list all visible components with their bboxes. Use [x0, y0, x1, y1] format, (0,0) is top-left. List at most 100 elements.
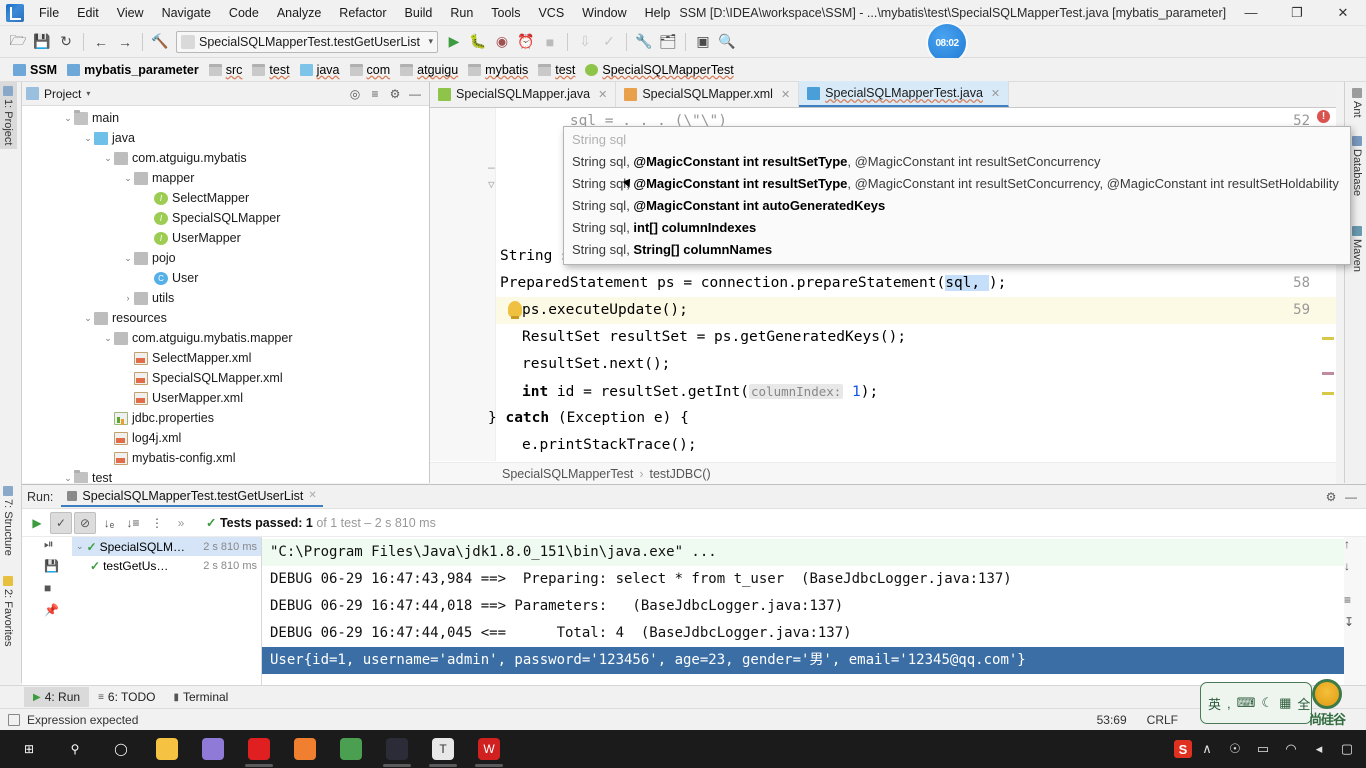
breadcrumb-item-java[interactable]: java [295, 61, 345, 79]
tree-node[interactable]: I SelectMapper [22, 188, 429, 208]
chevron-down-icon[interactable]: ⌄ [76, 541, 84, 552]
expand-icon[interactable]: ⋮ [146, 512, 168, 534]
maximize-button[interactable]: ❐ [1274, 0, 1320, 26]
hide-panel-icon[interactable]: — [1341, 487, 1361, 507]
sort-alpha-icon[interactable]: ↓ₑ [98, 512, 120, 534]
volume-icon[interactable]: ◂ [1306, 730, 1332, 768]
track-running-test-icon[interactable]: ⏯ [44, 537, 66, 559]
debug-icon[interactable]: 🐛 [466, 30, 490, 54]
popup-row-0[interactable]: String sql [564, 129, 1350, 151]
app-purple-icon[interactable] [190, 730, 236, 768]
build-hammer-icon[interactable]: 🔨 [148, 30, 172, 54]
tree-node[interactable]: ⌄ pojo [22, 248, 429, 268]
caret-position[interactable]: 53:69 [1087, 713, 1137, 727]
chevron-down-icon[interactable]: ⌄ [62, 113, 74, 124]
breadcrumb-item-class[interactable]: SpecialSQLMapperTest [580, 61, 738, 79]
tree-node[interactable]: ⌄ java [22, 128, 429, 148]
chevron-down-icon[interactable]: ⌄ [82, 313, 94, 324]
parameter-info-popup[interactable]: String sql String sql, @MagicConstant in… [563, 126, 1351, 265]
scrollbar-warning-marker[interactable] [1322, 337, 1334, 340]
run-button[interactable]: ▶ [442, 30, 466, 54]
typora-icon[interactable]: T [420, 730, 466, 768]
tree-node[interactable]: ⌄ com.atguigu.mybatis.mapper [22, 328, 429, 348]
toolwindow-todo[interactable]: ≡ 6: TODO [89, 687, 164, 707]
error-badge[interactable]: ! [1317, 110, 1330, 123]
close-icon[interactable]: ✕ [991, 87, 1000, 100]
breadcrumb-item-mybatis[interactable]: mybatis [463, 61, 533, 79]
chevron-down-icon[interactable]: ⌄ [122, 173, 134, 184]
tree-node[interactable]: ⌄ test [22, 468, 429, 483]
tree-node[interactable]: I UserMapper [22, 228, 429, 248]
menu-navigate[interactable]: Navigate [153, 3, 220, 23]
cortana-icon[interactable]: ◯ [98, 730, 144, 768]
tree-node[interactable]: › utils [22, 288, 429, 308]
menu-refactor[interactable]: Refactor [330, 3, 395, 23]
chevron-right-icon[interactable]: › [122, 293, 134, 303]
start-button[interactable]: ⊞ [6, 730, 52, 768]
ime-softkeyboard-icon[interactable]: ▦ [1276, 695, 1294, 711]
search-icon[interactable]: ⚲ [52, 730, 98, 768]
stop-icon[interactable]: ■ [44, 581, 66, 603]
tree-node[interactable]: ⌄ mapper [22, 168, 429, 188]
menu-analyze[interactable]: Analyze [268, 3, 330, 23]
profile-icon[interactable]: ⏰ [514, 30, 538, 54]
menu-code[interactable]: Code [220, 3, 268, 23]
run-with-coverage-icon[interactable]: ◉ [490, 30, 514, 54]
firefox-icon[interactable] [282, 730, 328, 768]
navigate-back-icon[interactable]: ← [89, 30, 113, 54]
chevron-down-icon[interactable]: ⌄ [82, 133, 94, 144]
battery-icon[interactable]: ▭ [1250, 730, 1276, 768]
close-icon[interactable]: ✕ [781, 88, 790, 101]
microphone-icon[interactable]: ☉ [1222, 730, 1248, 768]
sort-duration-icon[interactable]: ↓≡ [122, 512, 144, 534]
popup-row-3[interactable]: String sql, @MagicConstant int autoGener… [564, 195, 1350, 217]
sidebar-item-project[interactable]: 1: Project [0, 82, 17, 150]
scrollbar-change-marker[interactable] [1322, 372, 1334, 375]
chevron-down-icon[interactable]: ⌄ [102, 153, 114, 164]
tab-special-sql-mapper-test-java[interactable]: SpecialSQLMapperTest.java ✕ [799, 81, 1010, 107]
tree-node[interactable]: UserMapper.xml [22, 388, 429, 408]
popup-row-1[interactable]: String sql, @MagicConstant int resultSet… [564, 151, 1350, 173]
editor-breadcrumb-class[interactable]: SpecialSQLMapperTest [502, 467, 633, 481]
close-button[interactable]: ✕ [1320, 0, 1366, 26]
tree-node[interactable]: jdbc.properties [22, 408, 429, 428]
snipaste-icon[interactable]: S [1174, 740, 1192, 758]
chevron-down-icon[interactable]: ▾ [86, 89, 90, 98]
locate-icon[interactable]: ◎ [345, 84, 365, 104]
test-results-tree[interactable]: ⌄ ✓ SpecialSQLM… 2 s 810 ms ✓ testGetUs…… [72, 537, 262, 686]
project-structure-icon[interactable]: 🗂 [656, 30, 680, 54]
tree-node[interactable]: mybatis-config.xml [22, 448, 429, 468]
scrollbar-warning-marker[interactable] [1322, 392, 1334, 395]
menu-view[interactable]: View [108, 3, 153, 23]
settings-gear-icon[interactable]: ⚙ [1321, 487, 1341, 507]
menu-vcs[interactable]: VCS [529, 3, 573, 23]
show-ignored-icon[interactable]: ⊘ [74, 511, 96, 534]
line-separator[interactable]: CRLF [1137, 713, 1188, 727]
breadcrumb-item-ssm[interactable]: SSM [8, 61, 62, 79]
ime-punctuation-icon[interactable]: , [1224, 696, 1234, 711]
run-tab[interactable]: SpecialSQLMapperTest.testGetUserList ✕ [61, 487, 323, 507]
chevron-down-icon[interactable]: ⌄ [102, 333, 114, 344]
minimize-button[interactable]: — [1228, 0, 1274, 26]
menu-window[interactable]: Window [573, 3, 635, 23]
code-fold-marker[interactable]: ─ [488, 162, 495, 175]
sync-refresh-icon[interactable]: ↻ [54, 30, 78, 54]
popup-row-2[interactable]: String sql, @MagicConstant int resultSet… [564, 173, 1350, 195]
ime-moon-icon[interactable]: ☾ [1258, 695, 1276, 711]
collapse-all-icon[interactable]: ≡ [365, 84, 385, 104]
menu-tools[interactable]: Tools [482, 3, 529, 23]
pin-tab-icon[interactable]: 📌 [44, 603, 66, 625]
sidebar-item-ant[interactable]: Ant [1348, 84, 1366, 122]
tree-node[interactable]: SelectMapper.xml [22, 348, 429, 368]
window-controls[interactable]: — ❐ ✕ [1228, 0, 1366, 26]
project-tree[interactable]: ⌄ main ⌄ java ⌄ com.atguigu.mybatis ⌄ mapper I Se… [22, 106, 429, 483]
editor-gutter[interactable] [430, 108, 496, 461]
menu-help[interactable]: Help [636, 3, 680, 23]
avatar[interactable]: 08:02 [928, 24, 966, 62]
export-test-results-icon[interactable]: 💾 [44, 559, 66, 581]
wps-icon[interactable]: W [466, 730, 512, 768]
toolwindow-run[interactable]: ▶ 4: Run [24, 687, 90, 707]
breadcrumb-item-com[interactable]: com [345, 61, 396, 79]
explorer-icon[interactable]: ▭ [144, 730, 190, 768]
ime-language-label[interactable]: 英 [1205, 694, 1224, 713]
